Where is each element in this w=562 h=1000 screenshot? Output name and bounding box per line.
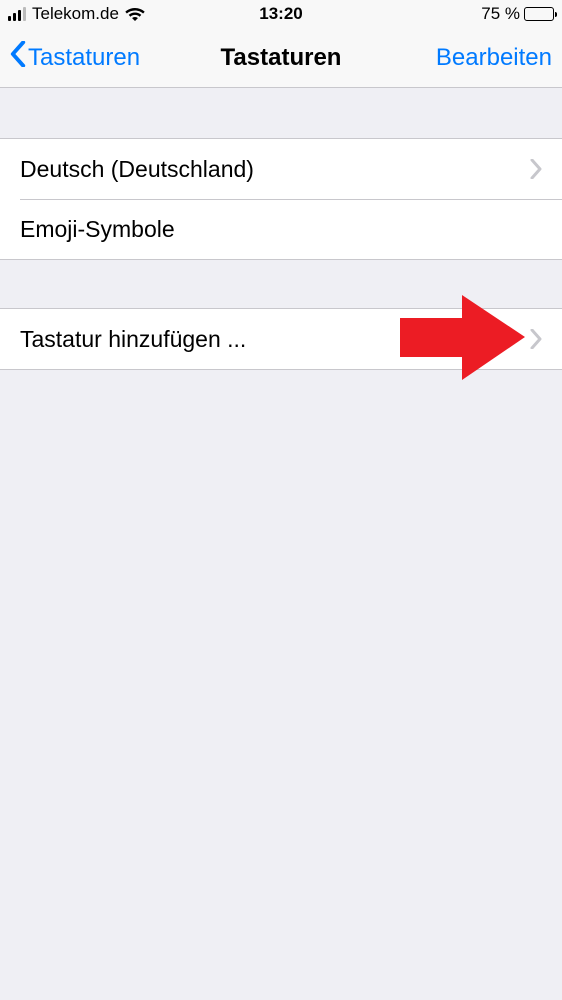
back-label: Tastaturen <box>28 44 140 72</box>
battery-icon <box>524 7 554 21</box>
cellular-signal-icon <box>8 7 26 21</box>
edit-button[interactable]: Bearbeiten <box>436 44 552 72</box>
add-keyboard-button[interactable]: Tastatur hinzufügen ... <box>0 309 562 369</box>
keyboard-item-deutsch[interactable]: Deutsch (Deutschland) <box>0 139 562 199</box>
list-item-label: Tastatur hinzufügen ... <box>20 326 246 353</box>
keyboard-item-emoji[interactable]: Emoji-Symbole <box>0 199 562 259</box>
battery-percent-label: 75 % <box>481 4 520 24</box>
chevron-right-icon <box>530 159 542 179</box>
status-left: Telekom.de <box>8 4 145 24</box>
section-gap <box>0 260 562 308</box>
back-button[interactable]: Tastaturen <box>10 41 140 74</box>
list-item-label: Deutsch (Deutschland) <box>20 156 254 183</box>
page-title: Tastaturen <box>221 44 342 72</box>
chevron-right-icon <box>530 329 542 349</box>
nav-bar: Tastaturen Tastaturen Bearbeiten <box>0 28 562 88</box>
status-bar: Telekom.de 13:20 75 % <box>0 0 562 28</box>
list-item-label: Emoji-Symbole <box>20 216 175 243</box>
chevron-left-icon <box>10 41 26 74</box>
carrier-label: Telekom.de <box>32 4 119 24</box>
wifi-icon <box>125 6 145 22</box>
add-keyboard-group: Tastatur hinzufügen ... <box>0 308 562 370</box>
section-spacer <box>0 88 562 138</box>
status-time: 13:20 <box>259 4 302 24</box>
status-right: 75 % <box>481 4 554 24</box>
keyboards-list: Deutsch (Deutschland) Emoji-Symbole <box>0 138 562 260</box>
